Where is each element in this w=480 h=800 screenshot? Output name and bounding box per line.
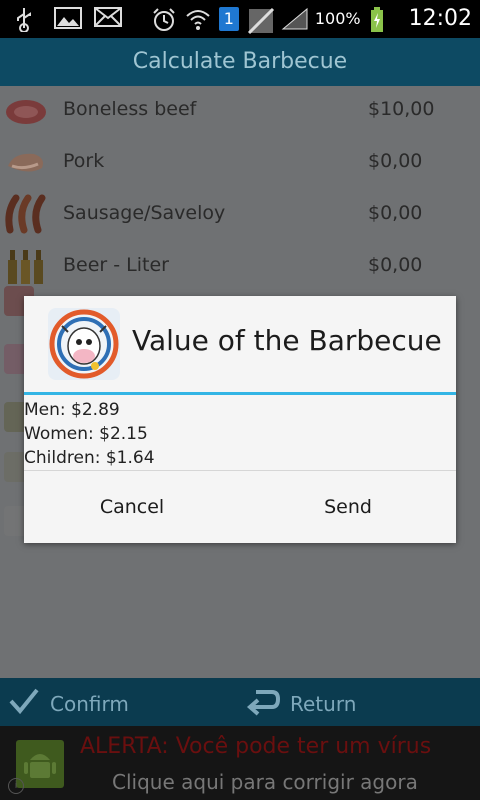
wifi-icon	[185, 7, 211, 31]
ad-banner[interactable]: i ALERTA: Você pode ter um vírus Clique …	[0, 726, 480, 800]
item-name: Beer - Liter	[63, 254, 169, 276]
dialog-message: Men: $2.89 Women: $2.15 Children: $1.64	[24, 398, 456, 470]
dialog-buttons: Cancel Send	[24, 470, 456, 543]
signal-icon	[281, 7, 308, 31]
cow-logo-icon	[48, 308, 120, 380]
return-arrow-icon	[246, 686, 281, 721]
value-dialog: Value of the Barbecue Men: $2.89 Women: …	[24, 296, 456, 543]
men-value: Men: $2.89	[24, 400, 120, 420]
pork-icon	[4, 142, 48, 182]
ad-subline: Clique aqui para corrigir agora	[112, 770, 418, 794]
notification-badge: 1	[218, 6, 239, 31]
list-item[interactable]: Pork $0,00	[0, 138, 480, 190]
beef-icon	[4, 90, 48, 130]
send-button[interactable]: Send	[240, 471, 456, 543]
confirm-label: Confirm	[50, 691, 129, 716]
usb-icon	[14, 6, 40, 33]
battery-percent: 100%	[314, 9, 361, 28]
checkmark-icon	[8, 686, 40, 721]
item-price: $0,00	[368, 254, 423, 276]
ad-headline: ALERTA: Você pode ter um vírus	[80, 734, 432, 759]
info-icon[interactable]: i	[8, 778, 24, 794]
clock: 12:02	[408, 6, 472, 31]
dialog-title: Value of the Barbecue	[132, 324, 442, 357]
android-icon	[16, 740, 64, 788]
list-item[interactable]: Beer - Liter $0,00	[0, 242, 480, 294]
item-name: Boneless beef	[63, 98, 197, 120]
beer-icon	[4, 246, 48, 286]
cancel-button[interactable]: Cancel	[24, 471, 241, 543]
item-price: $0,00	[368, 150, 423, 172]
sausage-icon	[4, 194, 48, 234]
return-button[interactable]: Return	[246, 686, 356, 721]
dialog-divider	[24, 392, 456, 395]
list-item[interactable]: Boneless beef $10,00	[0, 86, 480, 138]
item-name: Sausage/Saveloy	[63, 202, 226, 224]
page-title: Calculate Barbecue	[0, 38, 480, 86]
children-value: Children: $1.64	[24, 448, 155, 468]
item-name: Pork	[63, 150, 105, 172]
item-price: $10,00	[368, 98, 435, 120]
battery-charging-icon	[369, 6, 395, 32]
list-item[interactable]: Sausage/Saveloy $0,00	[0, 190, 480, 242]
women-value: Women: $2.15	[24, 424, 148, 444]
gallery-icon	[54, 6, 82, 30]
alarm-icon	[151, 7, 177, 31]
status-bar: 1 100% 12:02	[0, 0, 480, 38]
confirm-button[interactable]: Confirm	[8, 686, 129, 721]
bottom-action-bar: Confirm Return	[0, 678, 480, 726]
return-label: Return	[290, 691, 357, 716]
no-sim-icon	[247, 7, 274, 34]
item-price: $0,00	[368, 202, 423, 224]
mail-icon	[94, 6, 122, 30]
dialog-header: Value of the Barbecue	[24, 296, 456, 392]
